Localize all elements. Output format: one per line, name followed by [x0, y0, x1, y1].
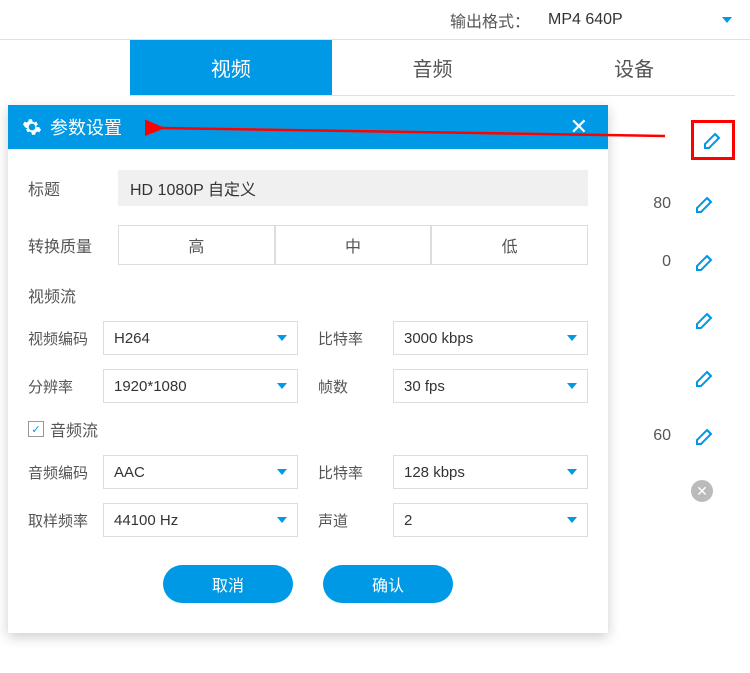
- fps-select[interactable]: 30 fps: [393, 369, 588, 403]
- chevron-down-icon: [277, 335, 287, 341]
- quality-label: 转换质量: [28, 233, 118, 257]
- audio-codec-select[interactable]: AAC: [103, 455, 298, 489]
- edit-icon[interactable]: [691, 422, 719, 450]
- output-format-label: 输出格式：: [450, 8, 530, 32]
- list-item: 0: [641, 248, 735, 276]
- output-format-value: MP4 640P: [548, 11, 623, 29]
- title-label: 标题: [28, 176, 118, 200]
- video-codec-label: 视频编码: [28, 328, 103, 349]
- audio-bitrate-label: 比特率: [318, 462, 393, 483]
- edit-icon[interactable]: [691, 120, 735, 160]
- chevron-down-icon: [277, 517, 287, 523]
- sample-rate-select[interactable]: 44100 Hz: [103, 503, 298, 537]
- sample-rate-label: 取样频率: [28, 510, 103, 531]
- edit-icon[interactable]: [691, 306, 719, 334]
- list-item: 60: [641, 422, 735, 450]
- tab-video[interactable]: 视频: [130, 40, 332, 95]
- audio-stream-checkbox[interactable]: ✓: [28, 421, 44, 437]
- quality-low-button[interactable]: 低: [431, 225, 588, 265]
- confirm-button[interactable]: 确认: [323, 565, 453, 603]
- video-bitrate-select[interactable]: 3000 kbps: [393, 321, 588, 355]
- dialog-header: 参数设置 ✕: [8, 105, 608, 149]
- resolution-label: 分辨率: [28, 376, 103, 397]
- list-item: ✕: [641, 480, 735, 502]
- video-codec-select[interactable]: H264: [103, 321, 298, 355]
- channel-label: 声道: [318, 510, 393, 531]
- top-bar: 输出格式： MP4 640P: [0, 0, 750, 40]
- edit-icon[interactable]: [691, 190, 719, 218]
- tab-audio[interactable]: 音频: [332, 40, 534, 95]
- tabs-bar: 视频 音频 设备: [130, 40, 735, 96]
- audio-codec-label: 音频编码: [28, 462, 103, 483]
- audio-stream-title: ✓ 音频流: [28, 417, 588, 441]
- edit-icon[interactable]: [691, 248, 719, 276]
- gear-icon: [22, 117, 42, 137]
- quality-high-button[interactable]: 高: [118, 225, 275, 265]
- chevron-down-icon: [567, 517, 577, 523]
- list-item: [641, 364, 735, 392]
- channel-select[interactable]: 2: [393, 503, 588, 537]
- close-button[interactable]: ✕: [564, 114, 594, 140]
- chevron-down-icon: [277, 469, 287, 475]
- output-format-select[interactable]: MP4 640P: [540, 5, 740, 35]
- format-list: 80 0 60 ✕: [641, 120, 735, 502]
- title-input[interactable]: [118, 170, 588, 206]
- dialog-title: 参数设置: [50, 114, 122, 140]
- list-item: [641, 120, 735, 160]
- close-icon[interactable]: ✕: [691, 480, 713, 502]
- list-item: [641, 306, 735, 334]
- chevron-down-icon: [567, 469, 577, 475]
- video-bitrate-label: 比特率: [318, 328, 393, 349]
- edit-icon[interactable]: [691, 364, 719, 392]
- audio-bitrate-select[interactable]: 128 kbps: [393, 455, 588, 489]
- resolution-select[interactable]: 1920*1080: [103, 369, 298, 403]
- list-item: 80: [641, 190, 735, 218]
- quality-medium-button[interactable]: 中: [275, 225, 432, 265]
- chevron-down-icon: [567, 335, 577, 341]
- chevron-down-icon: [567, 383, 577, 389]
- chevron-down-icon: [277, 383, 287, 389]
- dialog-body: 标题 转换质量 高 中 低 视频流 视频编码 H264 比特率: [8, 149, 608, 633]
- fps-label: 帧数: [318, 376, 393, 397]
- chevron-down-icon: [722, 17, 732, 23]
- cancel-button[interactable]: 取消: [163, 565, 293, 603]
- settings-dialog: 参数设置 ✕ 标题 转换质量 高 中 低 视频流 视频编码 H264: [8, 105, 608, 633]
- video-stream-title: 视频流: [28, 283, 588, 307]
- tab-device[interactable]: 设备: [533, 40, 735, 95]
